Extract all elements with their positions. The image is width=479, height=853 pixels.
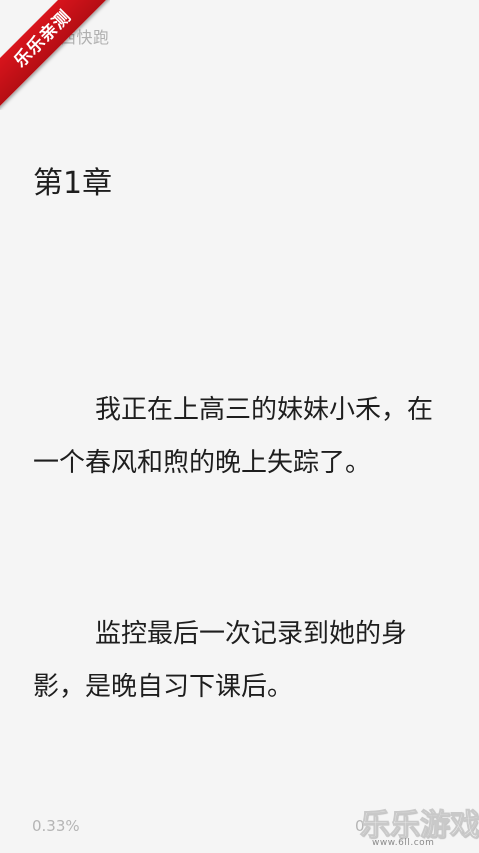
corner-ribbon: 乐乐亲测: [0, 0, 110, 110]
paragraph: 我正在上高三的妹妹小禾，在一个春风和煦的晚上失踪了。: [33, 395, 434, 478]
chapter-title: 第1章: [33, 166, 113, 201]
ribbon-label: 乐乐亲测: [0, 0, 110, 110]
reading-progress: 0.33%: [32, 817, 80, 835]
watermark-logo: 乐乐游戏 www.6ll.com: [360, 800, 479, 853]
reader-page[interactable]: 西快跑 第1章 我正在上高三的妹妹小禾，在一个春风和煦的晚上失踪了。 监控最后一…: [0, 0, 479, 853]
watermark-url: www.6ll.com: [372, 838, 435, 848]
paragraph: 监控最后一次记录到她的身影，是晚自习下课后。: [33, 619, 408, 702]
